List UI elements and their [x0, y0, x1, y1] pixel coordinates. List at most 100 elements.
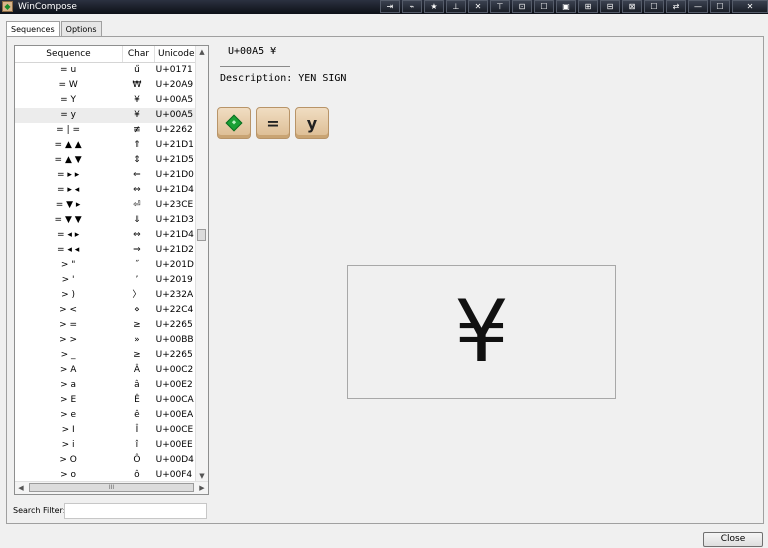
scroll-up-icon[interactable]: ▲	[196, 46, 208, 58]
close-button[interactable]: Close	[703, 532, 763, 547]
vertical-scrollbar[interactable]: ▲ ▼	[195, 46, 208, 482]
table-row[interactable]: = ▸ ▸ ⇐ U+21D0	[15, 168, 196, 183]
table-row[interactable]: = ▼ ▼ ⇓ U+21D3	[15, 213, 196, 228]
column-header-unicode[interactable]: Unicode	[155, 46, 196, 62]
table-row[interactable]: = ◂ ▸ ⇔ U+21D4	[15, 228, 196, 243]
compose-key-icon	[217, 107, 251, 139]
char-cell: Ê	[134, 395, 140, 405]
char-code-line: U+00A5 ¥	[228, 46, 277, 57]
title-bar: ◆ WinCompose ⇥ ⌁ ★ ⊥ ✕ ⊤ ⊡ ☐ ▣ ⊞ ⊟ ⊠ ☐ ⇄…	[0, 0, 768, 14]
char-cell: ⇕	[133, 155, 141, 165]
table-row[interactable]: > ' ʼ U+2019	[15, 273, 196, 288]
sequence-cell: = ▸ ▸	[56, 170, 80, 180]
table-row[interactable]: > e ê U+00EA	[15, 408, 196, 423]
unicode-cell: U+00EA	[155, 410, 194, 420]
table-row[interactable]: > < ⋄ U+22C4	[15, 303, 196, 318]
sequence-cell: > I	[61, 425, 75, 435]
tab-sequences[interactable]: Sequences	[6, 21, 60, 37]
char-preview: ¥	[347, 265, 616, 399]
sequence-cell: = ▼ ▼	[54, 215, 82, 225]
star-icon[interactable]: ★	[424, 0, 444, 13]
table-row[interactable]: > ) 〉 U+232A	[15, 288, 196, 303]
unicode-cell: U+21D3	[155, 215, 194, 225]
table-row[interactable]: > a â U+00E2	[15, 378, 196, 393]
table-row[interactable]: > _ ≥ U+2265	[15, 348, 196, 363]
unicode-cell: U+00CE	[155, 425, 194, 435]
char-cell: 〉	[132, 290, 142, 300]
table-row[interactable]: = ◂ ◂ ⇒ U+21D2	[15, 243, 196, 258]
horizontal-scrollbar[interactable]: ◀ III ▶	[15, 481, 208, 494]
char-cell: Â	[133, 365, 141, 375]
column-header-sequence[interactable]: Sequence	[15, 46, 123, 62]
titlebar-tool-icon[interactable]: ▣	[556, 0, 576, 13]
char-cell: ¥	[134, 110, 140, 120]
table-row[interactable]: > O Ô U+00D4	[15, 453, 196, 468]
column-header-char[interactable]: Char	[123, 46, 155, 62]
table-row[interactable]: > I Î U+00CE	[15, 423, 196, 438]
scroll-left-icon[interactable]: ◀	[15, 482, 27, 494]
app-icon[interactable]: ◆	[2, 1, 13, 12]
search-filter-input[interactable]	[64, 503, 207, 519]
unicode-cell: U+00D4	[155, 455, 194, 465]
table-row[interactable]: > A Â U+00C2	[15, 363, 196, 378]
table-row[interactable]: > " ˝ U+201D	[15, 258, 196, 273]
sequence-cell: = ◂ ▸	[56, 230, 80, 240]
sequence-cell: > )	[61, 290, 76, 300]
minimize-icon[interactable]: —	[688, 0, 708, 13]
table-row[interactable]: = Y ¥ U+00A5	[15, 93, 196, 108]
char-cell: ê	[134, 410, 140, 420]
sequence-list[interactable]: Sequence Char Unicode = u ű U+0171 = W ₩ U+20…	[14, 45, 209, 495]
vertical-scroll-thumb[interactable]	[197, 229, 206, 241]
char-cell: ≥	[133, 320, 141, 330]
scroll-right-icon[interactable]: ▶	[196, 482, 208, 494]
titlebar-tool-icon[interactable]: ⊞	[578, 0, 598, 13]
sequence-cell: > a	[60, 380, 77, 390]
horizontal-scroll-thumb[interactable]: III	[29, 483, 194, 492]
char-cell: ⋄	[134, 305, 140, 315]
sequence-cell: = ▼ ▸	[55, 200, 81, 210]
char-cell: ʼ	[135, 275, 139, 285]
titlebar-tool-icon[interactable]: ⊤	[490, 0, 510, 13]
tab-strip: Sequences Options	[6, 21, 103, 37]
unicode-cell: U+21D4	[155, 230, 194, 240]
char-description: Description: YEN SIGN	[220, 73, 347, 84]
table-row[interactable]: = ▲ ▼ ⇕ U+21D5	[15, 153, 196, 168]
titlebar-tool-icon[interactable]: ✕	[468, 0, 488, 13]
tab-options[interactable]: Options	[60, 21, 102, 36]
titlebar-tool-icon[interactable]: ⊟	[600, 0, 620, 13]
titlebar-tool-icon[interactable]: ⇄	[666, 0, 686, 13]
sequence-cell: = ▸ ◂	[56, 185, 80, 195]
table-row[interactable]: = ▼ ▸ ⏎ U+23CE	[15, 198, 196, 213]
unicode-cell: U+21D0	[155, 170, 194, 180]
table-row[interactable]: = y ¥ U+00A5	[15, 108, 196, 123]
unicode-cell: U+21D1	[155, 140, 194, 150]
titlebar-tool-icon[interactable]: ⊠	[622, 0, 642, 13]
table-row[interactable]: = ▲ ▲ ⇑ U+21D1	[15, 138, 196, 153]
unicode-cell: U+2265	[155, 350, 193, 360]
table-row[interactable]: = W ₩ U+20A9	[15, 78, 196, 93]
titlebar-tool-icon[interactable]: ☐	[644, 0, 664, 13]
table-row[interactable]: > = ≥ U+2265	[15, 318, 196, 333]
table-row[interactable]: = | = ≢ U+2262	[15, 123, 196, 138]
unicode-cell: U+00C2	[155, 365, 194, 375]
titlebar-tool-icon[interactable]: ☐	[534, 0, 554, 13]
table-row[interactable]: > > » U+00BB	[15, 333, 196, 348]
list-rows: = u ű U+0171 = W ₩ U+20A9 = Y ¥ U+00A5 = y ¥ U+00A5…	[15, 63, 196, 483]
unicode-cell: U+21D4	[155, 185, 194, 195]
titlebar-buttons: ⇥ ⌁ ★ ⊥ ✕ ⊤ ⊡ ☐ ▣ ⊞ ⊟ ⊠ ☐ ⇄ — ☐ ✕	[378, 0, 768, 14]
unicode-cell: U+23CE	[155, 200, 194, 210]
titlebar-tool-icon[interactable]: ⊥	[446, 0, 466, 13]
char-cell: ≥	[133, 350, 141, 360]
titlebar-tool-icon[interactable]: ⇥	[380, 0, 400, 13]
table-row[interactable]: > E Ê U+00CA	[15, 393, 196, 408]
table-row[interactable]: = ▸ ◂ ⇔ U+21D4	[15, 183, 196, 198]
close-window-icon[interactable]: ✕	[732, 0, 768, 13]
titlebar-tool-icon[interactable]: ⊡	[512, 0, 532, 13]
table-row[interactable]: > i î U+00EE	[15, 438, 196, 453]
sequence-cell: > E	[60, 395, 77, 405]
key-sequence: = y	[217, 107, 334, 139]
sequence-cell: > <	[59, 305, 78, 315]
maximize-icon[interactable]: ☐	[710, 0, 730, 13]
table-row[interactable]: = u ű U+0171	[15, 63, 196, 78]
titlebar-tool-icon[interactable]: ⌁	[402, 0, 422, 13]
